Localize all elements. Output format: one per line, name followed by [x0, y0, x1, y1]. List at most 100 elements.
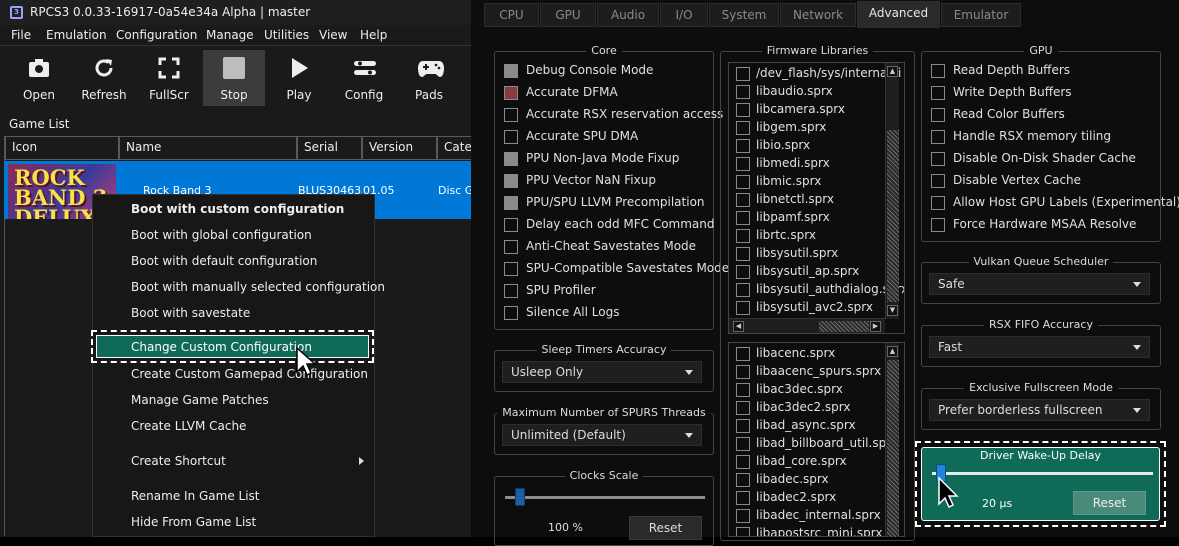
tab-gpu[interactable]: GPU — [540, 3, 596, 27]
sleep-timers-select[interactable]: Usleep Only — [502, 361, 702, 383]
checkbox-box — [504, 130, 518, 144]
firmware-library-label: libgem.sprx — [756, 120, 827, 134]
checkbox-box — [736, 121, 750, 135]
firmware-library-label: libsysutil_authdialog.sprx — [756, 282, 905, 296]
tab-audio[interactable]: Audio — [597, 3, 659, 27]
title-bar: 3 RPCS3 0.0.33-16917-0a54e34a Alpha | ma… — [0, 0, 471, 25]
checkbox-box — [504, 108, 518, 122]
checkbox-box — [736, 157, 750, 171]
menu-item-hide[interactable]: Hide From Game List — [131, 515, 256, 529]
checkbox-box — [736, 455, 750, 469]
checkbox-label: Write Depth Buffers — [953, 85, 1072, 99]
checkbox-label: Accurate DFMA — [526, 85, 618, 99]
checkbox-box — [931, 152, 945, 166]
scroll-left-icon[interactable]: ◀ — [733, 321, 744, 332]
tab-io[interactable]: I/O — [660, 3, 708, 27]
column-header-version[interactable]: Version — [362, 136, 437, 160]
checkbox-box — [736, 283, 750, 297]
vulkan-queue-select[interactable]: Safe — [929, 273, 1150, 295]
checkbox-box — [504, 262, 518, 276]
column-header-icon[interactable]: Icon — [5, 136, 119, 160]
firmware-list-2[interactable]: libacenc.sprx libaacenc_spurs.sprx libac3d… — [728, 342, 905, 537]
checkbox-box — [504, 284, 518, 298]
tab-cpu[interactable]: CPU — [484, 3, 539, 27]
checkbox-box — [736, 67, 750, 81]
clocks-slider[interactable] — [505, 496, 705, 499]
menu-item-create-llvm-cache[interactable]: Create LLVM Cache — [131, 419, 246, 433]
firmware-list-1-vscroll[interactable]: ▲ ▼ — [885, 63, 899, 319]
column-header-name[interactable]: Name — [119, 136, 297, 160]
firmware-library-label: libcamera.sprx — [756, 102, 845, 116]
firmware-library-label: libacenc.sprx — [756, 346, 836, 360]
column-header-serial[interactable]: Serial — [297, 136, 362, 160]
firmware-library-label: librtc.sprx — [756, 228, 816, 242]
menu-item-boot-default[interactable]: Boot with default configuration — [131, 254, 317, 268]
checkbox-label: SPU-Compatible Savestates Mode — [526, 261, 730, 275]
firmware-list-2-vscroll[interactable]: ▲ — [885, 343, 899, 537]
scroll-up-icon[interactable]: ▲ — [887, 346, 898, 357]
checkbox-box — [736, 347, 750, 361]
menu-configuration[interactable]: Configuration — [116, 28, 197, 42]
tab-system[interactable]: System — [709, 3, 779, 27]
menu-item-create-shortcut[interactable]: Create Shortcut — [131, 454, 226, 468]
fullscreen-mode-select[interactable]: Prefer borderless fullscreen — [929, 399, 1150, 421]
scroll-down-icon[interactable]: ▼ — [887, 305, 898, 316]
driver-wakeup-slider[interactable] — [932, 472, 1153, 475]
firmware-list-1[interactable]: /dev_flash/sys/internal/li libaudio.sprx l… — [728, 62, 905, 334]
rsx-fifo-select[interactable]: Fast — [929, 336, 1150, 358]
gpu-group: GPU Read Depth Buffers Write Depth Buffe… — [921, 44, 1179, 242]
core-group: Core Debug Console Mode Accurate DFMA Ac… — [494, 44, 729, 330]
open-button[interactable]: Open — [8, 50, 70, 106]
firmware-library-label: libnetctl.sprx — [756, 192, 835, 206]
menu-view[interactable]: View — [319, 28, 347, 42]
menu-item-create-gamepad-config[interactable]: Create Custom Gamepad Configuration — [131, 367, 368, 381]
select-value: Safe — [938, 277, 965, 291]
checkbox-label: PPU/SPU LLVM Precompilation — [526, 195, 705, 209]
scroll-right-icon[interactable]: ▶ — [870, 321, 881, 332]
menu-item-manage-patches[interactable]: Manage Game Patches — [131, 393, 269, 407]
checkbox-box — [504, 152, 518, 166]
config-button[interactable]: Config — [333, 50, 395, 106]
play-button[interactable]: Play — [268, 50, 330, 106]
checkbox-label: Allow Host GPU Labels (Experimental) — [953, 195, 1179, 209]
driver-wakeup-reset-button[interactable]: Reset — [1073, 491, 1146, 515]
checkbox-box — [504, 218, 518, 232]
menu-item-boot-savestate[interactable]: Boot with savestate — [131, 306, 250, 320]
clocks-reset-button[interactable]: Reset — [629, 516, 702, 540]
stop-button[interactable]: Stop — [203, 50, 265, 106]
menu-manage[interactable]: Manage — [206, 28, 254, 42]
menu-file[interactable]: File — [11, 28, 31, 42]
menu-item-boot-custom[interactable]: Boot with custom configuration — [131, 202, 344, 216]
firmware-list-1-hscroll[interactable]: ◀ ▶ — [729, 318, 885, 333]
refresh-button[interactable]: Refresh — [73, 50, 135, 106]
menu-utilities[interactable]: Utilities — [264, 28, 309, 42]
checkbox-box — [931, 196, 945, 210]
rsx-fifo-title: RSX FIFO Accuracy — [984, 318, 1098, 331]
firmware-library-label: libaacenc_spurs.sprx — [756, 364, 882, 378]
checkbox-box — [736, 419, 750, 433]
tab-advanced[interactable]: Advanced — [857, 1, 940, 28]
pads-button[interactable]: Pads — [398, 50, 460, 106]
spurs-select[interactable]: Unlimited (Default) — [502, 424, 702, 446]
menu-item-boot-manual[interactable]: Boot with manually selected configuratio… — [131, 280, 385, 294]
menu-emulation[interactable]: Emulation — [46, 28, 107, 42]
menu-help[interactable]: Help — [360, 28, 387, 42]
firmware-library-label: libad_billboard_util.sprx — [756, 436, 898, 450]
fullscreen-button[interactable]: FullScr — [138, 50, 200, 106]
menu-item-boot-global[interactable]: Boot with global configuration — [131, 228, 312, 242]
tab-network[interactable]: Network — [780, 3, 856, 27]
fullscreen-label: FullScr — [149, 88, 189, 102]
column-header-category[interactable]: Categ — [437, 136, 471, 160]
menu-item-change-custom-config[interactable]: Change Custom Configuration — [131, 340, 312, 354]
driver-wakeup-title: Driver Wake-Up Delay — [979, 449, 1102, 462]
checkbox-box — [504, 240, 518, 254]
checkbox-box — [736, 139, 750, 153]
menu-item-rename[interactable]: Rename In Game List — [131, 489, 260, 503]
scroll-up-icon[interactable]: ▲ — [887, 66, 898, 77]
clocks-title: Clocks Scale — [564, 469, 644, 482]
firmware-library-label: libadec2.sprx — [756, 490, 837, 504]
tab-emulator[interactable]: Emulator — [941, 3, 1021, 27]
firmware-library-label: /dev_flash/sys/internal/li — [756, 66, 902, 80]
clocks-slider-handle[interactable] — [515, 488, 525, 506]
chevron-down-icon — [1133, 282, 1141, 287]
